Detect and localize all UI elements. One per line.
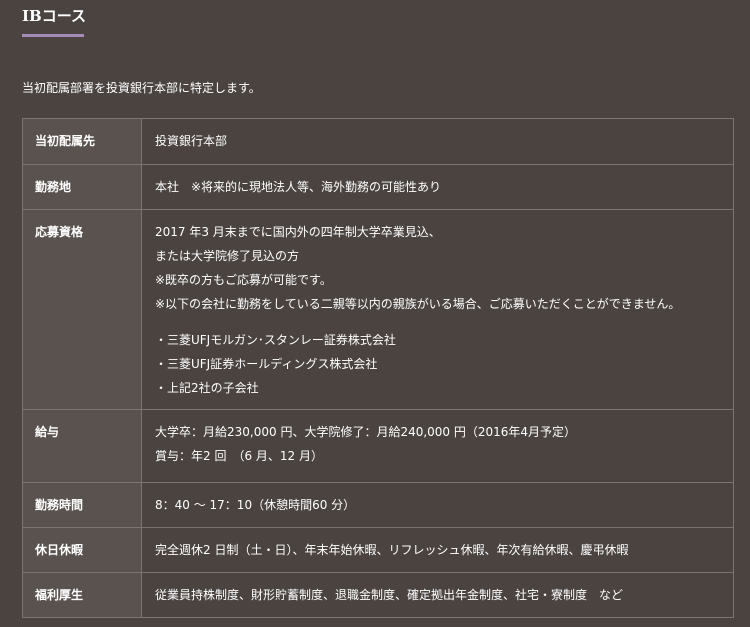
- recruitment-info-table: 当初配属先 投資銀行本部 勤務地 本社 ※将来的に現地法人等、海外勤務の可能性あ…: [22, 118, 734, 618]
- excluded-company-item: ・三菱UFJ証券ホールディングス株式会社: [155, 357, 378, 371]
- title-underline: [22, 34, 84, 37]
- working-hours-text: 8：40 〜 17：10（休憩時間60 分）: [155, 498, 356, 512]
- eligibility-line: または大学院修了見込の方: [155, 249, 300, 263]
- row-label-initial-assignment: 当初配属先: [22, 118, 142, 165]
- row-label-salary: 給与: [22, 409, 142, 483]
- intro-text: 当初配属部署を投資銀行本部に特定します。: [22, 81, 261, 95]
- eligibility-line: ※以下の会社に勤務をしている二親等以内の親族がいる場合、ご応募いただくことができ…: [155, 297, 681, 311]
- salary-line: 大学卒：月給230,000 円、大学院修了：月給240,000 円（2016年4…: [155, 425, 577, 439]
- row-label-working-hours: 勤務時間: [22, 482, 142, 528]
- bonus-line: 賞与：年2 回 （6 月、12 月）: [155, 449, 323, 463]
- eligibility-line: 2017 年3 月末までに国内外の四年制大学卒業見込、: [155, 225, 441, 239]
- excluded-company-item: ・三菱UFJモルガン･スタンレー証券株式会社: [155, 333, 396, 347]
- benefits-text: 従業員持株制度、財形貯蓄制度、退職金制度、確定拠出年金制度、社宅・寮制度 など: [155, 588, 624, 602]
- section-title: IBコース: [22, 7, 86, 25]
- row-value-holidays: 完全週休2 日制（土・日）、年末年始休暇、リフレッシュ休暇、年次有給休暇、慶弔休…: [141, 527, 734, 573]
- row-value-work-location: 本社 ※将来的に現地法人等、海外勤務の可能性あり: [141, 164, 734, 210]
- initial-assignment-text: 投資銀行本部: [155, 134, 228, 148]
- table-row-salary: 給与 大学卒：月給230,000 円、大学院修了：月給240,000 円（201…: [22, 409, 734, 483]
- table-row-holidays: 休日休暇 完全週休2 日制（土・日）、年末年始休暇、リフレッシュ休暇、年次有給休…: [22, 527, 734, 573]
- row-value-eligibility: 2017 年3 月末までに国内外の四年制大学卒業見込、 または大学院修了見込の方…: [141, 209, 734, 410]
- table-row-benefits: 福利厚生 従業員持株制度、財形貯蓄制度、退職金制度、確定拠出年金制度、社宅・寮制…: [22, 572, 734, 618]
- row-value-initial-assignment: 投資銀行本部: [141, 118, 734, 165]
- row-value-salary: 大学卒：月給230,000 円、大学院修了：月給240,000 円（2016年4…: [141, 409, 734, 483]
- eligibility-line: ※既卒の方もご応募が可能です。: [155, 273, 332, 287]
- row-label-benefits: 福利厚生: [22, 572, 142, 618]
- row-value-benefits: 従業員持株制度、財形貯蓄制度、退職金制度、確定拠出年金制度、社宅・寮制度 など: [141, 572, 734, 618]
- table-row-initial-assignment: 当初配属先 投資銀行本部: [22, 118, 734, 165]
- row-value-working-hours: 8：40 〜 17：10（休憩時間60 分）: [141, 482, 734, 528]
- excluded-company-item: ・上記2社の子会社: [155, 381, 259, 395]
- work-location-text: 本社 ※将来的に現地法人等、海外勤務の可能性あり: [155, 180, 442, 194]
- ib-course-section: IBコース 当初配属部署を投資銀行本部に特定します。 当初配属先 投資銀行本部 …: [0, 0, 750, 627]
- holidays-text: 完全週休2 日制（土・日）、年末年始休暇、リフレッシュ休暇、年次有給休暇、慶弔休…: [155, 543, 629, 557]
- table-row-working-hours: 勤務時間 8：40 〜 17：10（休憩時間60 分）: [22, 482, 734, 528]
- row-label-eligibility: 応募資格: [22, 209, 142, 410]
- table-row-eligibility: 応募資格 2017 年3 月末までに国内外の四年制大学卒業見込、 または大学院修…: [22, 209, 734, 410]
- row-label-holidays: 休日休暇: [22, 527, 142, 573]
- table-row-work-location: 勤務地 本社 ※将来的に現地法人等、海外勤務の可能性あり: [22, 164, 734, 210]
- row-label-work-location: 勤務地: [22, 164, 142, 210]
